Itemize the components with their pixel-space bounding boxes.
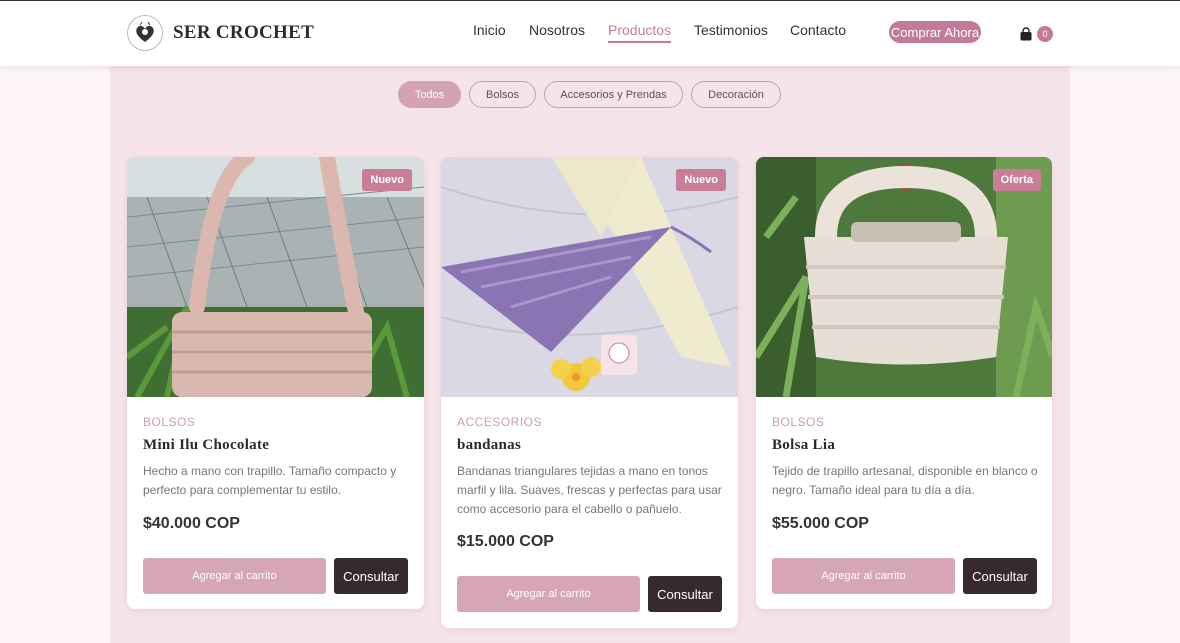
add-to-cart-button[interactable]: Agregar al carrito [143,558,326,594]
product-title[interactable]: Bolsa Lia [772,437,835,454]
product-image-bandanas[interactable]: Nuevo [441,157,738,397]
product-category: BOLSOS [772,415,825,429]
product-image-bolsa-lia[interactable]: Oferta [756,157,1052,397]
cart-button[interactable]: 0 [1019,25,1055,43]
site-header: SER CROCHET Inicio Nosotros Productos Te… [0,0,1180,66]
product-price: $40.000 COP [143,515,240,532]
product-category: BOLSOS [143,415,196,429]
nav-item-contacto[interactable]: Contacto [790,22,846,38]
product-badge: Oferta [992,169,1041,191]
filter-decoracion[interactable]: Decoración [691,81,781,108]
product-image-mini-ilu[interactable]: Nuevo [127,157,424,397]
add-to-cart-button[interactable]: Agregar al carrito [457,576,640,612]
consult-button[interactable]: Consultar [648,576,722,612]
product-badge: Nuevo [362,169,412,191]
consult-button[interactable]: Consultar [334,558,408,594]
product-description: Hecho a mano con trapillo. Tamaño compac… [143,464,397,497]
product-category: ACCESORIOS [457,415,543,429]
filter-accesorios-prendas[interactable]: Accesorios y Prendas [544,81,683,108]
nav-item-testimonios[interactable]: Testimonios [694,22,768,38]
buy-now-button[interactable]: Comprar Ahora [889,21,981,43]
filter-todos[interactable]: Todos [398,81,461,108]
product-description: Bandanas triangulares tejidas a mano en … [457,464,722,516]
product-price: $55.000 COP [772,515,869,532]
consult-button[interactable]: Consultar [963,558,1037,594]
add-to-cart-button[interactable]: Agregar al carrito [772,558,955,594]
product-badge: Nuevo [676,169,726,191]
product-title[interactable]: Mini Ilu Chocolate [143,437,269,454]
product-price: $15.000 COP [457,533,554,550]
product-card-bolsa-lia: Oferta BOLSOS Bolsa Lia Tejido de trapil… [756,157,1052,609]
category-filters: Todos Bolsos Accesorios y Prendas Decora… [0,81,1180,108]
cart-count-badge: 0 [1037,26,1053,42]
nav-item-inicio[interactable]: Inicio [473,22,506,38]
brand-name: SER CROCHET [173,22,315,43]
brand-logo[interactable]: SER CROCHET [127,15,314,51]
shopping-bag-icon [1020,27,1032,41]
nav-item-productos[interactable]: Productos [608,22,672,43]
product-card-mini-ilu: Nuevo BOLSOS Mini Ilu Chocolate Hecho a … [127,157,424,609]
nav-item-nosotros[interactable]: Nosotros [529,22,585,38]
product-title[interactable]: bandanas [457,437,521,454]
heart-yarn-logo-icon [127,15,163,51]
product-card-bandanas: Nuevo ACCESORIOS bandanas Bandanas trian… [441,157,738,628]
product-description: Tejido de trapillo artesanal, disponible… [772,464,1038,497]
filter-bolsos[interactable]: Bolsos [469,81,536,108]
